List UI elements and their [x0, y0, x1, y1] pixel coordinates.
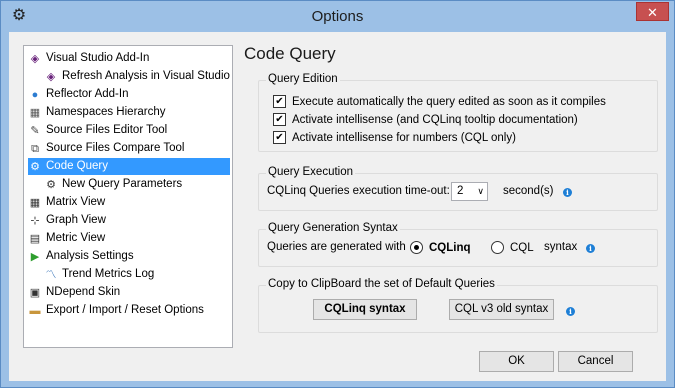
- copy-cqlinq-label: CQLinq syntax: [324, 303, 406, 315]
- tree-item[interactable]: ▤ Metric View: [28, 230, 105, 247]
- dialog-body: ◈ Visual Studio Add-In ◈ Refresh Analysis i…: [9, 32, 666, 381]
- cancel-button[interactable]: Cancel: [558, 351, 633, 372]
- copy-cql-label: CQL v3 old syntax: [454, 303, 549, 315]
- close-button[interactable]: ✕: [636, 2, 669, 21]
- tree-item-label: New Query Parameters: [62, 178, 183, 190]
- trend-icon: 〽: [45, 268, 57, 281]
- options-window: ⚙ Options ✕ ◈ Visual Studio Add-In ◈ Refres…: [0, 0, 675, 388]
- auto-execute-label: Execute automatically the query edited a…: [292, 95, 606, 108]
- clipboard-label: Copy to ClipBoard the set of Default Que…: [266, 278, 497, 290]
- graph-icon: ⊹: [30, 214, 40, 227]
- info-icon[interactable]: i: [586, 244, 595, 253]
- tree-item[interactable]: ⊹ Graph View: [28, 212, 106, 229]
- tree-item-label: Trend Metrics Log: [62, 268, 155, 280]
- info-icon[interactable]: i: [566, 307, 575, 316]
- title-bar[interactable]: ⚙ Options ✕: [1, 1, 674, 32]
- cqlinq-radio[interactable]: CQLinq: [410, 241, 471, 254]
- skin-icon: ▣: [29, 286, 41, 299]
- metric-icon: ▤: [29, 232, 41, 245]
- radio-unselected[interactable]: [491, 241, 504, 254]
- vs-refresh-icon: ◈: [46, 70, 56, 83]
- tree-item-label: Source Files Editor Tool: [46, 124, 168, 136]
- tree-item-label: Refresh Analysis in Visual Studio: [62, 70, 230, 82]
- auto-execute-checkbox[interactable]: ✔ Execute automatically the query edited…: [273, 95, 606, 108]
- play-icon: ▶: [30, 250, 40, 263]
- checkbox-box[interactable]: ✔: [273, 131, 286, 144]
- info-icon[interactable]: i: [563, 188, 572, 197]
- tree-item-label: Export / Import / Reset Options: [46, 304, 204, 316]
- radio-selected[interactable]: [410, 241, 423, 254]
- vs-icon: ◈: [30, 52, 40, 65]
- intellisense-numbers-checkbox[interactable]: ✔ Activate intellisense for numbers (CQL…: [273, 131, 516, 144]
- tree-item[interactable]: ▶ Analysis Settings: [28, 248, 134, 265]
- cql-radio-label: CQL: [510, 241, 534, 254]
- timeout-value: 2: [457, 185, 464, 197]
- tree-item[interactable]: ▬ Export / Import / Reset Options: [28, 302, 204, 319]
- matrix-icon: ▦: [29, 196, 41, 209]
- compare-icon: ⧉: [31, 142, 39, 155]
- tree-item-label: Source Files Compare Tool: [46, 142, 185, 154]
- chevron-down-icon: ∨: [477, 186, 484, 196]
- query-syntax-label: Query Generation Syntax: [266, 222, 400, 234]
- ok-button[interactable]: OK: [479, 351, 554, 372]
- tree-item-label: Namespaces Hierarchy: [46, 106, 166, 118]
- cql-radio[interactable]: CQL: [491, 241, 534, 254]
- timeout-label: CQLinq Queries execution time-out:: [267, 185, 450, 197]
- tree-item[interactable]: 〽 Trend Metrics Log: [44, 266, 155, 283]
- checkbox-box[interactable]: ✔: [273, 95, 286, 108]
- tree-item-label: Metric View: [46, 232, 106, 244]
- timeout-select[interactable]: 2 ∨: [451, 182, 488, 201]
- ok-label: OK: [508, 355, 525, 367]
- gear-icon: ⚙: [30, 160, 40, 173]
- tree-item[interactable]: ⧉ Source Files Compare Tool: [28, 140, 185, 157]
- checkbox-box[interactable]: ✔: [273, 113, 286, 126]
- query-edition-label: Query Edition: [266, 73, 340, 85]
- tree-item-label: Visual Studio Add-In: [46, 52, 150, 64]
- intellisense-checkbox[interactable]: ✔ Activate intellisense (and CQLinq tool…: [273, 113, 578, 126]
- syntax-suffix: syntax: [544, 241, 578, 253]
- gear-icon: ⚙: [46, 178, 56, 191]
- tree-item-label: Graph View: [46, 214, 106, 226]
- folder-icon: ▬: [29, 304, 41, 317]
- tree-item[interactable]: ◈ Refresh Analysis in Visual Studio: [44, 68, 230, 85]
- cancel-label: Cancel: [577, 355, 614, 367]
- intellisense-numbers-label: Activate intellisense for numbers (CQL o…: [292, 131, 516, 144]
- tree-item-label: Code Query: [46, 160, 109, 172]
- syntax-prefix: Queries are generated with: [267, 241, 406, 253]
- page-title: Code Query: [244, 44, 336, 63]
- tree-item[interactable]: ⚙ New Query Parameters: [44, 176, 182, 193]
- options-tree[interactable]: ◈ Visual Studio Add-In ◈ Refresh Analysis i…: [23, 45, 233, 348]
- tree-item[interactable]: ⚙ Code Query: [28, 158, 230, 175]
- intellisense-label: Activate intellisense (and CQLinq toolti…: [292, 113, 578, 126]
- tree-item-label: Analysis Settings: [46, 250, 134, 262]
- editor-icon: ✎: [30, 124, 40, 137]
- tree-item[interactable]: ▣ NDepend Skin: [28, 284, 120, 301]
- window-title: Options: [311, 8, 364, 25]
- cqlinq-radio-label: CQLinq: [429, 241, 471, 254]
- tree-item-label: Matrix View: [46, 196, 106, 208]
- tree-item[interactable]: ▦ Matrix View: [28, 194, 105, 211]
- tree-item[interactable]: ● Reflector Add-In: [28, 86, 129, 103]
- timeout-unit: second(s): [503, 185, 554, 197]
- query-execution-label: Query Execution: [266, 166, 356, 178]
- tree-item[interactable]: ✎ Source Files Editor Tool: [28, 122, 167, 139]
- tree-item-label: Reflector Add-In: [46, 88, 129, 100]
- namespace-icon: ▦: [29, 106, 41, 119]
- copy-cqlinq-button[interactable]: CQLinq syntax: [313, 299, 417, 320]
- tree-item[interactable]: ◈ Visual Studio Add-In: [28, 50, 150, 67]
- tree-item[interactable]: ▦ Namespaces Hierarchy: [28, 104, 166, 121]
- copy-cql-button[interactable]: CQL v3 old syntax: [449, 299, 554, 320]
- tree-item-label: NDepend Skin: [46, 286, 121, 298]
- reflector-icon: ●: [31, 88, 39, 101]
